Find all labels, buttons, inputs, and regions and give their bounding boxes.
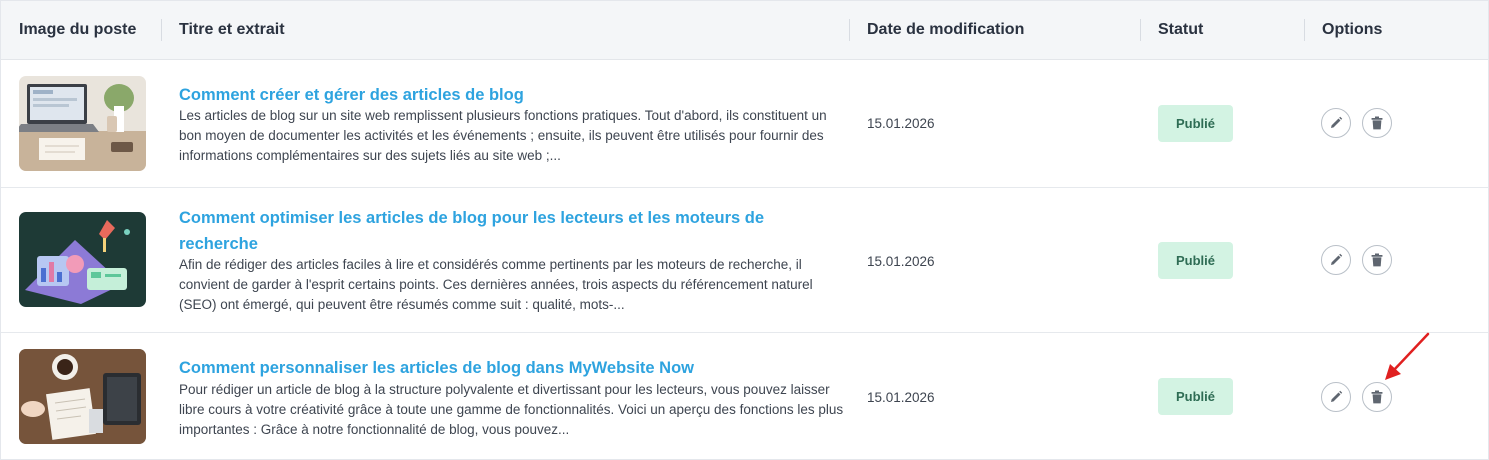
edit-button[interactable]: [1321, 245, 1351, 275]
modification-date: 15.01.2026: [867, 116, 935, 131]
post-excerpt: Afin de rédiger des articles faciles à l…: [179, 257, 813, 312]
column-divider: [161, 19, 162, 41]
modification-date: 15.01.2026: [867, 254, 935, 269]
column-divider: [1304, 19, 1305, 41]
status-badge: Publié: [1158, 378, 1233, 415]
column-divider: [1140, 19, 1141, 41]
table-header: Image du poste Titre et extrait Date de …: [1, 1, 1488, 60]
edit-button[interactable]: [1321, 108, 1351, 138]
table-row: Comment optimiser les articles de blog p…: [1, 188, 1488, 333]
pencil-icon: [1331, 253, 1343, 265]
pencil-icon: [1331, 390, 1343, 402]
post-title-link[interactable]: Comment créer et gérer des articles de b…: [179, 82, 839, 108]
column-header-status: Statut: [1158, 21, 1204, 38]
trash-icon: [1371, 253, 1383, 267]
post-thumbnail-seo[interactable]: [19, 212, 146, 307]
trash-icon: [1371, 390, 1383, 404]
delete-button[interactable]: [1362, 108, 1392, 138]
delete-button[interactable]: [1362, 245, 1392, 275]
pencil-icon: [1331, 116, 1343, 128]
column-header-options: Options: [1322, 21, 1383, 38]
status-badge: Publié: [1158, 105, 1233, 142]
column-header-image: Image du poste: [19, 21, 137, 38]
table-row: Comment personnaliser les articles de bl…: [1, 333, 1488, 459]
post-excerpt: Pour rédiger un article de blog à la str…: [179, 382, 844, 437]
post-excerpt: Les articles de blog sur un site web rem…: [179, 108, 827, 163]
status-badge: Publié: [1158, 242, 1233, 279]
column-divider: [849, 19, 850, 41]
red-arrow-pointer: [1385, 332, 1430, 380]
trash-icon: [1371, 116, 1383, 130]
post-title-link[interactable]: Comment optimiser les articles de blog p…: [179, 205, 839, 257]
table-row: Comment créer et gérer des articles de b…: [1, 60, 1488, 188]
post-thumbnail-workspace[interactable]: [19, 349, 146, 444]
delete-button[interactable]: [1362, 382, 1392, 412]
blog-posts-table: Image du poste Titre et extrait Date de …: [0, 0, 1489, 460]
column-header-date: Date de modification: [867, 21, 1025, 38]
column-header-title: Titre et extrait: [179, 21, 285, 38]
post-thumbnail-laptop[interactable]: [19, 76, 146, 171]
edit-button[interactable]: [1321, 382, 1351, 412]
modification-date: 15.01.2026: [867, 390, 935, 405]
post-title-link[interactable]: Comment personnaliser les articles de bl…: [179, 355, 839, 381]
